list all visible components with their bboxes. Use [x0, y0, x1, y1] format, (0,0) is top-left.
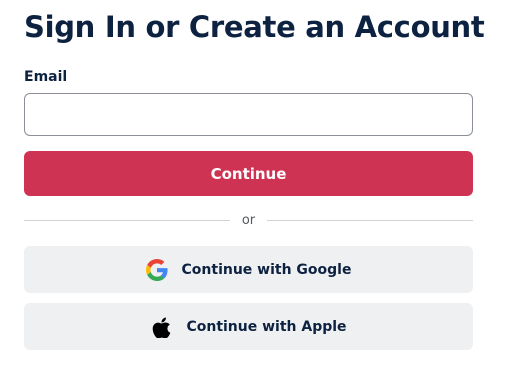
or-divider: or — [24, 211, 473, 229]
divider-text: or — [241, 212, 256, 228]
email-label: Email — [24, 69, 68, 85]
continue-with-google-button[interactable]: Continue with Google — [24, 246, 473, 293]
sign-in-page: Sign In or Create an Account Email Conti… — [0, 0, 507, 367]
divider-line-right — [267, 219, 473, 221]
apple-button-label: Continue with Apple — [186, 318, 347, 335]
continue-button[interactable]: Continue — [24, 151, 473, 196]
email-field[interactable] — [24, 93, 473, 136]
google-button-label: Continue with Google — [181, 261, 352, 278]
divider-line-left — [24, 219, 230, 221]
apple-icon — [150, 315, 172, 339]
continue-with-apple-button[interactable]: Continue with Apple — [24, 303, 473, 350]
page-title: Sign In or Create an Account — [24, 10, 485, 44]
google-icon — [145, 258, 168, 282]
